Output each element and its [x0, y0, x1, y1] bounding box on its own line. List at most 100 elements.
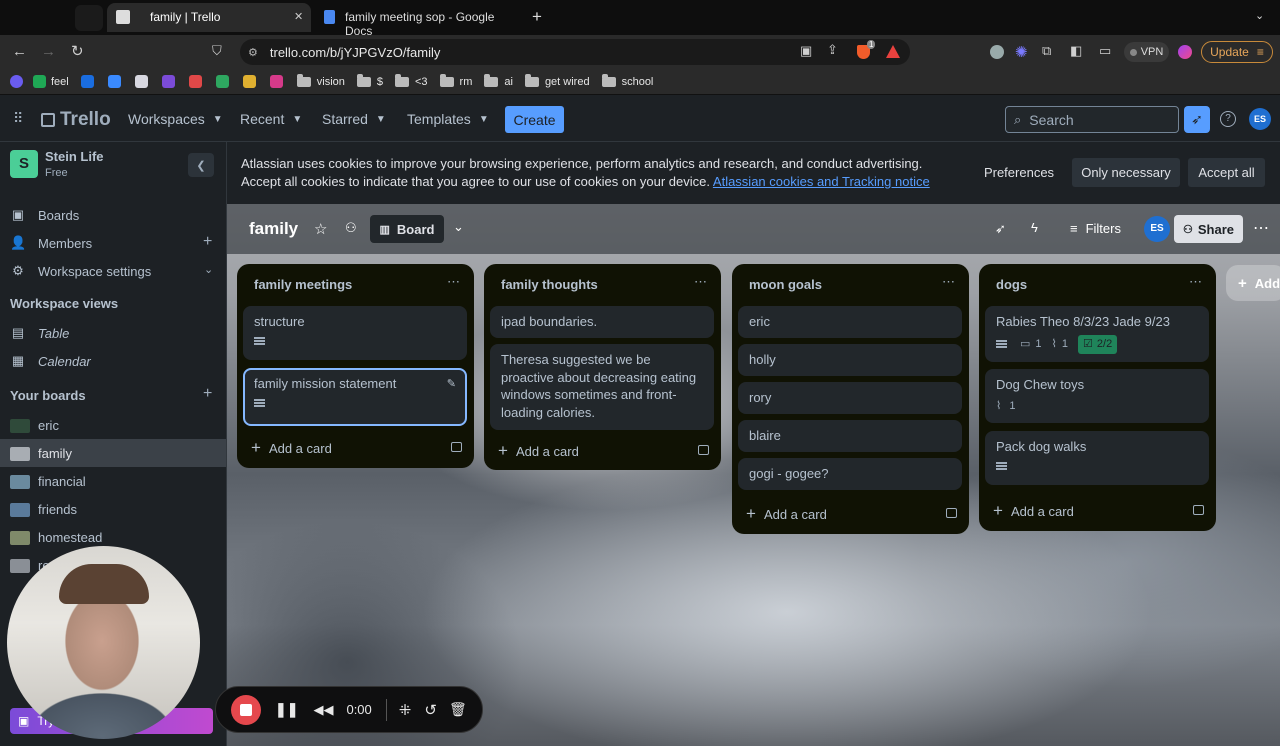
workspace-avatar[interactable]: S: [10, 150, 38, 178]
star-icon[interactable]: ☆: [314, 220, 327, 238]
tab-list-chevron-icon[interactable]: ⌄: [1255, 9, 1264, 22]
help-icon[interactable]: ?: [1220, 111, 1236, 127]
list-title[interactable]: moon goals: [749, 277, 822, 292]
card[interactable]: Rabies Theo 8/3/23 Jade 9/23 ▭ 1 ⌇ 1 ☑ 2/2: [985, 306, 1209, 362]
stop-recording-button[interactable]: [231, 694, 261, 725]
nav-workspaces[interactable]: Workspaces ▼: [128, 105, 223, 133]
sidebar-item-workspace-settings[interactable]: ⚙ Workspace settings: [10, 263, 151, 279]
list-title[interactable]: family meetings: [254, 277, 352, 292]
sidebar-board-family[interactable]: family: [10, 446, 72, 461]
trello-logo[interactable]: Trello: [41, 109, 111, 131]
extension-icon[interactable]: [990, 45, 1004, 59]
user-avatar[interactable]: ES: [1249, 108, 1271, 130]
collapse-sidebar-button[interactable]: ❮: [188, 153, 214, 177]
tab-google-docs[interactable]: family meeting sop - Google Docs: [315, 3, 525, 38]
sidebar-board-financial[interactable]: financial: [10, 474, 86, 489]
card[interactable]: rory: [738, 382, 962, 414]
nav-starred[interactable]: Starred ▼: [322, 105, 386, 133]
card[interactable]: Theresa suggested we be proactive about …: [490, 344, 714, 430]
sidebar-board-friends[interactable]: friends: [10, 502, 77, 517]
new-tab-button[interactable]: +: [532, 7, 542, 27]
more-options-icon[interactable]: ⋯: [1253, 218, 1269, 238]
forward-icon[interactable]: →: [41, 43, 56, 60]
edit-pencil-icon[interactable]: ✎: [447, 376, 456, 394]
vpn-button[interactable]: VPN: [1124, 42, 1169, 62]
instagram-bookmark-icon[interactable]: [269, 75, 283, 88]
add-card-button[interactable]: + Add a card: [746, 504, 827, 524]
card[interactable]: holly: [738, 344, 962, 376]
gmail-bookmark-icon[interactable]: [134, 75, 148, 88]
add-member-icon[interactable]: +: [203, 233, 212, 251]
slack-bookmark-icon[interactable]: [242, 75, 256, 88]
sidebar-view-table[interactable]: ▤ Table: [10, 325, 69, 341]
notifications-button[interactable]: ➶: [1184, 106, 1210, 133]
card[interactable]: ipad boundaries.: [490, 306, 714, 338]
card[interactable]: family mission statement ✎: [243, 368, 467, 426]
sidebar-item-members[interactable]: 👤 Members: [10, 235, 92, 251]
bookmark-folder-get-wired[interactable]: get wired: [524, 73, 590, 88]
app-switcher-icon[interactable]: ⠿: [13, 110, 23, 127]
card[interactable]: Pack dog walks: [985, 431, 1209, 485]
card[interactable]: blaire: [738, 420, 962, 452]
list-menu-icon[interactable]: ⋯: [942, 274, 955, 290]
bookmark-folder-vision[interactable]: vision: [296, 73, 345, 88]
extension-star-icon[interactable]: ✺: [1015, 43, 1028, 61]
card[interactable]: structure: [243, 306, 467, 360]
card[interactable]: eric: [738, 306, 962, 338]
cookie-preferences-button[interactable]: Preferences: [975, 158, 1063, 187]
bookmark-feel[interactable]: feel: [33, 75, 69, 88]
list-title[interactable]: family thoughts: [501, 277, 598, 292]
chevron-down-icon[interactable]: ⌄: [204, 263, 213, 276]
bookmark-folder-rm[interactable]: rm: [439, 73, 472, 88]
share-page-icon[interactable]: ⇪: [827, 42, 838, 58]
bookmark-icon[interactable]: ⛉: [212, 43, 222, 59]
sidebar-item-boards[interactable]: ▣ Boards: [10, 207, 79, 223]
template-icon[interactable]: [1193, 505, 1204, 515]
webcam-bubble[interactable]: [7, 546, 200, 739]
wallet-icon[interactable]: ▭: [1099, 43, 1111, 59]
add-card-button[interactable]: + Add a card: [498, 441, 579, 461]
pause-icon[interactable]: ❚❚: [275, 701, 298, 718]
search-input[interactable]: ⌕ Search: [1005, 106, 1179, 133]
add-list-button[interactable]: + Add: [1226, 265, 1280, 301]
template-icon[interactable]: [698, 445, 709, 455]
trash-icon[interactable]: 🗑: [449, 701, 467, 718]
bookmark-folder-heart[interactable]: <3: [395, 73, 428, 88]
list-menu-icon[interactable]: ⋯: [1189, 274, 1202, 290]
drive-bookmark-icon[interactable]: [215, 75, 229, 88]
pinned-tab[interactable]: [75, 5, 103, 31]
add-board-icon[interactable]: +: [203, 385, 212, 403]
automation-icon[interactable]: ϟ: [1031, 220, 1038, 235]
card[interactable]: gogi - gogee?: [738, 458, 962, 490]
folder-bookmark-icon[interactable]: [161, 75, 175, 88]
share-button[interactable]: ⚇ Share: [1174, 215, 1243, 243]
close-tab-icon[interactable]: ✕: [294, 10, 303, 23]
cookie-accept-all-button[interactable]: Accept all: [1188, 158, 1265, 187]
rewards-icon[interactable]: [886, 45, 900, 58]
add-card-button[interactable]: + Add a card: [993, 501, 1074, 521]
url-bar[interactable]: ⚙ trello.com/b/jYJPGVzO/family ▣ ⇪ 1: [240, 39, 910, 65]
list-title[interactable]: dogs: [996, 277, 1027, 292]
tab-trello[interactable]: family | Trello ✕: [107, 3, 311, 32]
power-ups-icon[interactable]: ➶: [995, 221, 1006, 237]
extensions-puzzle-icon[interactable]: ⧉: [1042, 43, 1051, 59]
cookie-notice-link[interactable]: Atlassian cookies and Tracking notice: [713, 174, 930, 189]
bookmark-folder-school[interactable]: school: [601, 73, 653, 88]
list-menu-icon[interactable]: ⋯: [694, 274, 707, 290]
workspace-visibility-icon[interactable]: ⚇: [345, 220, 357, 236]
leo-icon[interactable]: [1178, 45, 1192, 59]
restart-icon[interactable]: ↺: [424, 701, 437, 719]
sidebar-view-calendar[interactable]: ▦ Calendar: [10, 353, 91, 369]
drag-handle-icon[interactable]: ⁜: [399, 701, 412, 719]
sidebar-board-homestead[interactable]: homestead: [10, 530, 102, 545]
template-icon[interactable]: [946, 508, 957, 518]
chevron-down-icon[interactable]: ⌄: [453, 219, 464, 235]
trello-bookmark-icon[interactable]: [80, 75, 94, 88]
sidebar-toggle-icon[interactable]: ◧: [1070, 43, 1082, 59]
nav-templates[interactable]: Templates ▼: [407, 105, 489, 133]
template-icon[interactable]: [451, 442, 462, 452]
board-title[interactable]: family: [249, 219, 298, 239]
card[interactable]: Dog Chew toys ⌇ 1: [985, 369, 1209, 423]
camera-icon[interactable]: ▣: [800, 43, 812, 59]
board-view-button[interactable]: ▥ Board: [370, 215, 444, 243]
